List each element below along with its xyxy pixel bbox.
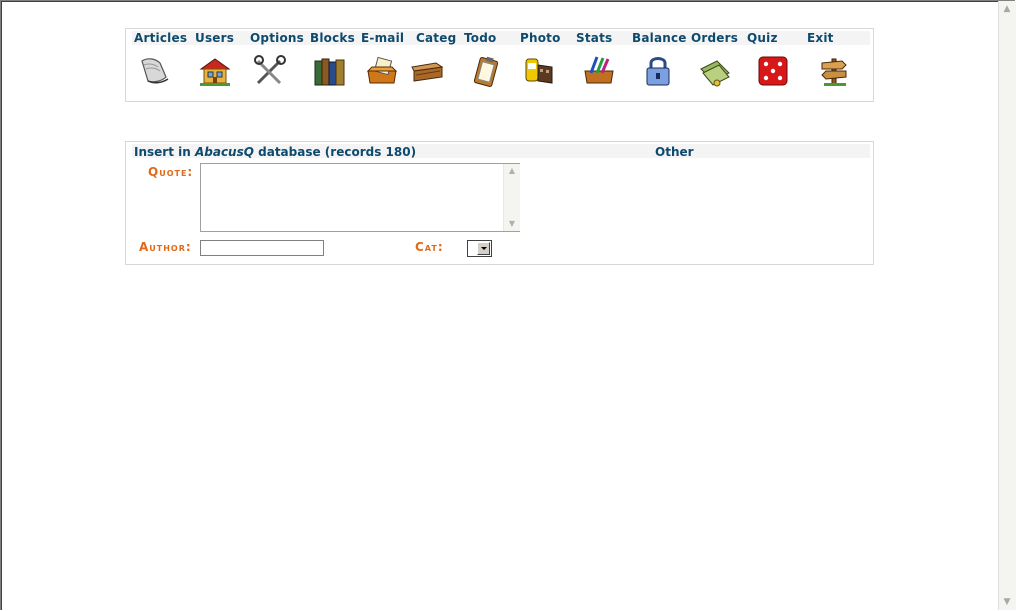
quote-textarea[interactable]	[200, 163, 520, 232]
scroll-up-icon[interactable]: ▲	[504, 164, 520, 178]
menu-item-label[interactable]: Stats	[576, 31, 612, 45]
admin-menu: Articles Users Options Blocks E-mail Cat…	[125, 28, 874, 102]
menu-item-label[interactable]: Articles	[134, 31, 187, 45]
menu-item-orders[interactable]: Orders	[691, 29, 741, 99]
title-prefix: Insert in	[134, 145, 195, 159]
menu-item-label[interactable]: Balance	[632, 31, 687, 45]
menu-item-todo[interactable]: Todo	[464, 29, 504, 99]
tools-icon[interactable]	[252, 53, 288, 89]
menu-item-blocks[interactable]: Blocks	[310, 29, 358, 99]
menu-item-label[interactable]: Todo	[464, 31, 496, 45]
menu-item-label[interactable]: E-mail	[361, 31, 404, 45]
scroll-up-icon[interactable]: ▲	[999, 1, 1015, 17]
chevron-down-icon[interactable]	[477, 242, 490, 255]
quote-scrollbar[interactable]: ▲ ▼	[503, 164, 520, 231]
menu-item-articles[interactable]: Articles	[134, 29, 190, 99]
cat-label: Cat:	[415, 240, 444, 254]
pencil-box-icon[interactable]	[581, 53, 617, 89]
signpost-icon[interactable]	[816, 53, 852, 89]
menu-item-label[interactable]: Categ	[416, 31, 456, 45]
menu-item-stats[interactable]: Stats	[576, 29, 624, 99]
clipboard-icon[interactable]	[468, 53, 504, 89]
quote-label: Quote:	[148, 165, 194, 179]
menu-item-photo[interactable]: Photo	[520, 29, 568, 99]
other-link[interactable]: Other	[655, 145, 694, 159]
books-icon[interactable]	[312, 53, 348, 89]
form-title: Insert in AbacusQ database (records 180)	[134, 145, 416, 159]
database-name: AbacusQ	[194, 145, 254, 159]
page-scrollbar[interactable]: ▲ ▼	[998, 1, 1016, 610]
menu-item-label[interactable]: Blocks	[310, 31, 355, 45]
money-icon[interactable]	[697, 53, 733, 89]
author-input[interactable]	[200, 240, 324, 256]
menu-item-quiz[interactable]: Quiz	[747, 29, 788, 99]
house-icon[interactable]	[197, 53, 233, 89]
dice-icon[interactable]	[755, 53, 791, 89]
menu-item-label[interactable]: Quiz	[747, 31, 778, 45]
menu-item-label[interactable]: Photo	[520, 31, 561, 45]
scroll-down-icon[interactable]: ▼	[504, 217, 520, 231]
film-icon[interactable]	[520, 53, 556, 89]
menu-item-categ[interactable]: Categ	[411, 29, 464, 99]
menu-item-balance[interactable]: Balance	[632, 29, 686, 99]
mail-tray-icon[interactable]	[364, 53, 400, 89]
insert-quote-form: Insert in AbacusQ database (records 180)…	[125, 141, 874, 265]
menu-item-label[interactable]: Users	[195, 31, 234, 45]
menu-item-label[interactable]: Orders	[691, 31, 738, 45]
newspaper-icon[interactable]	[136, 53, 172, 89]
title-suffix: database (records 180)	[253, 145, 417, 159]
menu-item-users[interactable]: Users	[195, 29, 245, 99]
scroll-down-icon[interactable]: ▼	[999, 594, 1015, 610]
menu-item-options[interactable]: Options	[250, 29, 306, 99]
menu-item-exit[interactable]: Exit	[807, 29, 857, 99]
author-label: Author:	[139, 240, 192, 254]
menu-item-label[interactable]: Exit	[807, 31, 834, 45]
menu-item-label[interactable]: Options	[250, 31, 304, 45]
tray-icon[interactable]	[410, 53, 446, 89]
menu-item-email[interactable]: E-mail	[361, 29, 411, 99]
lock-icon[interactable]	[640, 53, 676, 89]
category-select[interactable]	[467, 240, 492, 257]
